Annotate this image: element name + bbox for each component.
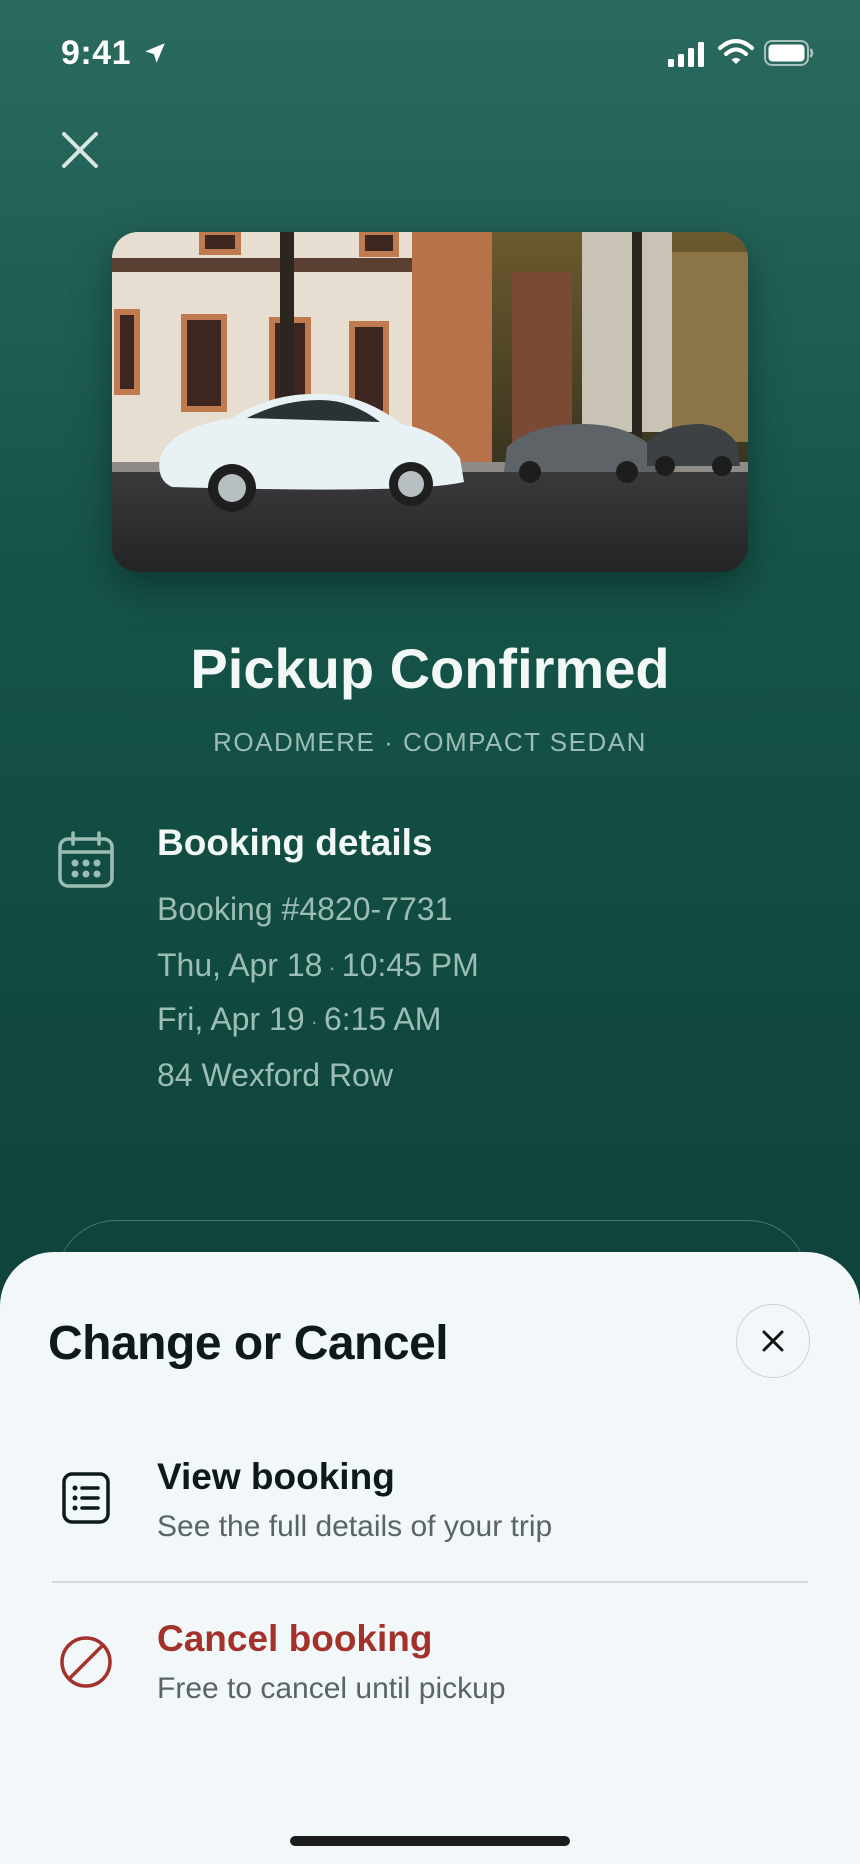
calendar-icon (58, 831, 114, 888)
status-time: 9:41 (61, 34, 132, 72)
sheet-close-button[interactable] (736, 1304, 810, 1378)
battery-icon (764, 40, 814, 66)
location-arrow-icon (145, 43, 165, 63)
pickup-datetime: Thu, Apr 18 · 10:45 PM (157, 947, 479, 984)
separator: · (328, 954, 336, 980)
booking-number: Booking #4820-7731 (157, 891, 453, 927)
return-time: 6:15 AM (323, 1001, 442, 1037)
list-document-icon (62, 1472, 110, 1524)
view-booking-row[interactable]: View booking See the full details of you… (48, 1452, 812, 1582)
close-icon (762, 1330, 784, 1352)
pickup-time: 10:45 PM (341, 947, 479, 983)
cancel-booking-title: Cancel booking (157, 1618, 433, 1659)
close-icon[interactable] (56, 126, 104, 174)
return-datetime: Fri, Apr 19 · 6:15 AM (157, 1001, 441, 1038)
booking-details-heading: Booking details (157, 822, 433, 863)
view-booking-title: View booking (157, 1456, 395, 1497)
pickup-date: Thu, Apr 18 (157, 947, 323, 983)
return-date: Fri, Apr 19 (157, 1001, 305, 1037)
divider (52, 1581, 808, 1583)
home-indicator[interactable] (290, 1836, 570, 1846)
car-photo-illustration (112, 232, 748, 572)
change-cancel-sheet: Change or Cancel View booking See the fu… (0, 1252, 860, 1864)
page-title: Pickup Confirmed (190, 637, 670, 700)
pickup-address: 84 Wexford Row (157, 1057, 393, 1093)
vehicle-subtitle: ROADMERE · COMPACT SEDAN (213, 727, 647, 757)
sheet-title: Change or Cancel (48, 1317, 449, 1370)
status-bar: 9:41 (0, 0, 860, 110)
cellular-signal-icon (668, 42, 704, 67)
cancel-booking-row[interactable]: Cancel booking Free to cancel until pick… (48, 1614, 812, 1744)
cancel-booking-subtitle: Free to cancel until pickup (157, 1672, 506, 1705)
prohibited-icon (60, 1636, 112, 1688)
separator: · (310, 1008, 318, 1034)
wifi-icon (718, 39, 754, 64)
view-booking-subtitle: See the full details of your trip (157, 1510, 553, 1543)
car-photo (112, 232, 748, 572)
